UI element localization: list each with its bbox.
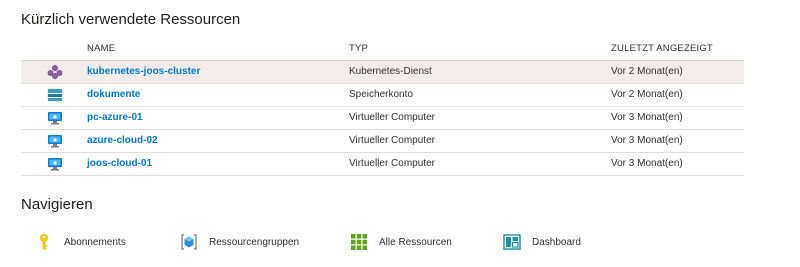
resource-group-icon [180,233,198,251]
resource-name-link[interactable]: dokumente [87,89,140,100]
table-row[interactable]: dokumente Speicherkonto Vor 2 Monat(en) [21,84,744,107]
nav-subscriptions[interactable]: Abonnements [35,231,126,253]
resource-type: Virtueller Computer [349,135,435,146]
kubernetes-icon [47,64,63,80]
resource-name-link[interactable]: azure-cloud-02 [87,135,158,146]
nav-subscriptions-label: Abonnements [64,236,126,248]
key-icon [35,233,53,251]
table-row[interactable]: pc-azure-01 Virtueller Computer Vor 3 Mo… [21,107,744,130]
table-row[interactable]: joos-cloud-01 Virtueller Computer Vor 3 … [21,153,744,176]
nav-dashboard-label: Dashboard [532,236,581,248]
all-resources-icon [350,233,368,251]
table-header: NAME TYP ZULETZT ANGEZEIGT [21,40,744,60]
resource-name-link[interactable]: pc-azure-01 [87,112,143,123]
resource-name-link[interactable]: joos-cloud-01 [87,158,152,169]
resource-last-viewed: Vor 3 Monat(en) [611,135,683,146]
nav-resource-groups[interactable]: Ressourcengruppen [180,231,299,253]
resource-type: Virtueller Computer [349,158,435,169]
resource-type: Virtueller Computer [349,112,435,123]
column-header-type[interactable]: TYP [349,43,368,54]
dashboard-icon [503,233,521,251]
resource-name-link[interactable]: kubernetes-joos-cluster [87,66,200,77]
nav-dashboard[interactable]: Dashboard [503,231,581,253]
resource-last-viewed: Vor 3 Monat(en) [611,112,683,123]
navigate-title: Navigieren [21,196,93,213]
recent-resources-title: Kürzlich verwendete Ressourcen [21,11,241,28]
resource-last-viewed: Vor 3 Monat(en) [611,158,683,169]
table-row[interactable]: azure-cloud-02 Virtueller Computer Vor 3… [21,130,744,153]
virtual-machine-icon [47,110,63,126]
table-row[interactable]: kubernetes-joos-cluster Kubernetes-Diens… [21,60,744,84]
nav-all-resources-label: Alle Ressourcen [379,236,452,248]
virtual-machine-icon [47,133,63,149]
resource-last-viewed: Vor 2 Monat(en) [611,66,683,77]
recent-resources-table: NAME TYP ZULETZT ANGEZEIGT kubernetes-jo… [21,40,744,176]
resource-last-viewed: Vor 2 Monat(en) [611,89,683,100]
nav-all-resources[interactable]: Alle Ressourcen [350,231,452,253]
resource-type: Kubernetes-Dienst [349,66,432,77]
column-header-last-viewed[interactable]: ZULETZT ANGEZEIGT [611,43,713,54]
storage-account-icon [47,87,63,103]
nav-resource-groups-label: Ressourcengruppen [209,236,300,248]
resource-type: Speicherkonto [349,89,413,100]
column-header-name[interactable]: NAME [87,43,115,54]
virtual-machine-icon [47,156,63,172]
